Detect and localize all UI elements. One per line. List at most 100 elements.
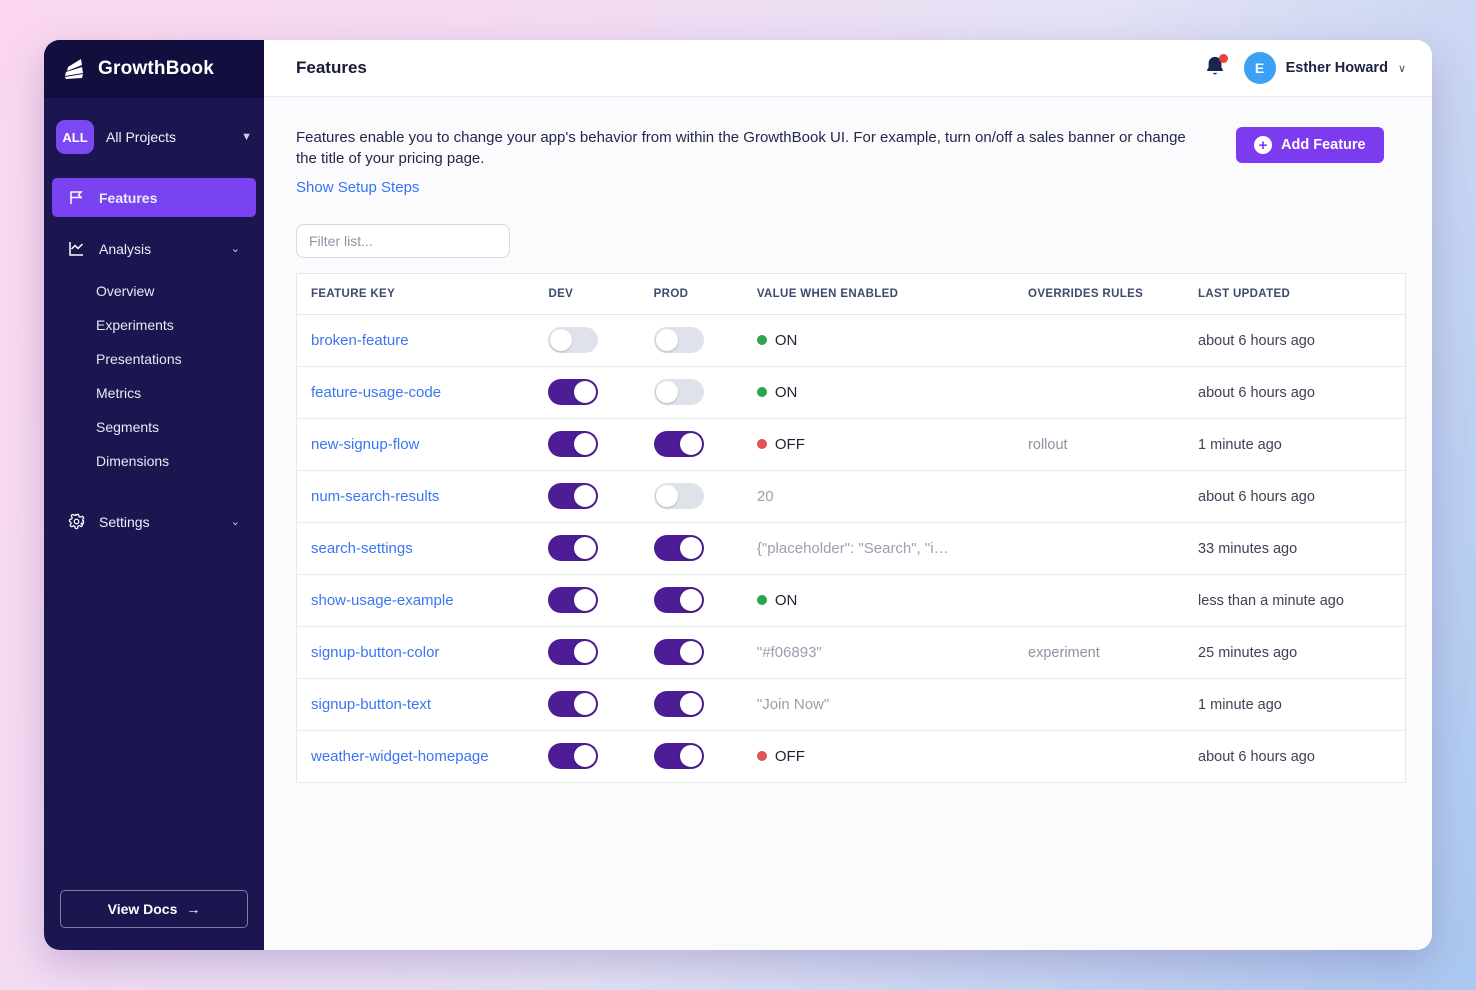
value-text: "Join Now" — [757, 696, 829, 713]
sidebar-item-analysis[interactable]: Analysis ⌄ — [52, 229, 256, 268]
toggle-knob — [656, 381, 678, 403]
col-header-overrides: OVERRIDES RULES — [1028, 273, 1198, 314]
sidebar-item-presentations[interactable]: Presentations — [44, 342, 264, 376]
line-chart-icon — [68, 240, 85, 257]
feature-key-link[interactable]: broken-feature — [311, 332, 409, 349]
toggle-knob — [680, 641, 702, 663]
filter-input[interactable] — [296, 224, 510, 258]
feature-key-link[interactable]: search-settings — [311, 540, 413, 557]
feature-key-link[interactable]: show-usage-example — [311, 592, 454, 609]
topbar: Features E Esther Howard ∨ — [264, 40, 1432, 97]
dev-toggle[interactable] — [548, 639, 598, 665]
last-updated-text: 25 minutes ago — [1198, 645, 1297, 661]
sidebar-item-experiments[interactable]: Experiments — [44, 308, 264, 342]
prod-toggle[interactable] — [654, 535, 704, 561]
prod-toggle[interactable] — [654, 327, 704, 353]
status-dot — [757, 595, 767, 605]
show-setup-steps-link[interactable]: Show Setup Steps — [296, 179, 419, 196]
add-feature-button[interactable]: + Add Feature — [1236, 127, 1384, 163]
toggle-knob — [680, 693, 702, 715]
brand-header[interactable]: GrowthBook — [44, 40, 264, 98]
brand-name: GrowthBook — [98, 58, 214, 80]
toggle-knob — [574, 433, 596, 455]
flag-icon — [68, 189, 85, 206]
user-menu[interactable]: E Esther Howard ∨ — [1244, 52, 1406, 84]
toggle-knob — [574, 589, 596, 611]
dev-toggle[interactable] — [548, 483, 598, 509]
feature-key-link[interactable]: feature-usage-code — [311, 384, 441, 401]
prod-toggle[interactable] — [654, 639, 704, 665]
toggle-knob — [574, 693, 596, 715]
arrow-right-icon: → — [186, 901, 200, 917]
dev-toggle[interactable] — [548, 535, 598, 561]
sidebar-item-segments[interactable]: Segments — [44, 410, 264, 444]
sidebar-item-metrics[interactable]: Metrics — [44, 376, 264, 410]
dev-toggle[interactable] — [548, 379, 598, 405]
feature-key-link[interactable]: weather-widget-homepage — [311, 748, 489, 765]
value-text: {"placeholder": "Search", "i… — [757, 540, 949, 557]
prod-toggle[interactable] — [654, 379, 704, 405]
value-text: "#f06893" — [757, 644, 822, 661]
last-updated-text: 1 minute ago — [1198, 437, 1282, 453]
table-row: search-settings {"placeholder": "Search"… — [297, 522, 1406, 574]
sidebar-item-label: Settings — [99, 514, 150, 530]
toggle-knob — [656, 329, 678, 351]
toggle-knob — [680, 433, 702, 455]
view-docs-label: View Docs — [108, 901, 178, 917]
sidebar-item-dimensions[interactable]: Dimensions — [44, 444, 264, 478]
sidebar-item-label: Features — [99, 190, 157, 206]
toggle-knob — [680, 745, 702, 767]
features-table: FEATURE KEY DEV PROD VALUE WHEN ENABLED … — [296, 273, 1406, 783]
toggle-knob — [656, 485, 678, 507]
last-updated-text: 1 minute ago — [1198, 697, 1282, 713]
feature-key-link[interactable]: num-search-results — [311, 488, 439, 505]
add-feature-label: Add Feature — [1281, 137, 1366, 153]
table-row: signup-button-color "#f06893" experiment… — [297, 626, 1406, 678]
col-header-prod: PROD — [654, 273, 757, 314]
growthbook-logo-icon — [62, 56, 88, 82]
table-row: show-usage-example ON less than a minute… — [297, 574, 1406, 626]
table-row: feature-usage-code ON about 6 hours ago — [297, 366, 1406, 418]
toggle-knob — [574, 641, 596, 663]
sidebar-item-label: Analysis — [99, 241, 151, 257]
project-selector[interactable]: ALL All Projects ▼ — [56, 120, 252, 154]
toggle-knob — [680, 589, 702, 611]
feature-key-link[interactable]: new-signup-flow — [311, 436, 419, 453]
col-header-last-updated: LAST UPDATED — [1198, 273, 1405, 314]
prod-toggle[interactable] — [654, 691, 704, 717]
view-docs-button[interactable]: View Docs → — [60, 890, 248, 928]
value-text: ON — [775, 332, 798, 349]
feature-key-link[interactable]: signup-button-color — [311, 644, 439, 661]
toggle-knob — [574, 485, 596, 507]
prod-toggle[interactable] — [654, 431, 704, 457]
app-window: GrowthBook ALL All Projects ▼ Features — [44, 40, 1432, 950]
sidebar-item-settings[interactable]: Settings ⌄ — [52, 502, 256, 541]
content: Features enable you to change your app's… — [264, 97, 1432, 783]
analysis-subnav: Overview Experiments Presentations Metri… — [44, 274, 264, 478]
notifications-bell-icon[interactable] — [1204, 55, 1226, 82]
prod-toggle[interactable] — [654, 587, 704, 613]
prod-toggle[interactable] — [654, 743, 704, 769]
sidebar-item-features[interactable]: Features — [52, 178, 256, 217]
main-area: Features E Esther Howard ∨ Features — [264, 40, 1432, 950]
table-header-row: FEATURE KEY DEV PROD VALUE WHEN ENABLED … — [297, 273, 1406, 314]
sidebar-item-overview[interactable]: Overview — [44, 274, 264, 308]
last-updated-text: about 6 hours ago — [1198, 489, 1315, 505]
project-badge: ALL — [56, 120, 94, 154]
overrides-text: rollout — [1028, 437, 1068, 453]
avatar: E — [1244, 52, 1276, 84]
dev-toggle[interactable] — [548, 431, 598, 457]
overrides-text: experiment — [1028, 645, 1100, 661]
feature-key-link[interactable]: signup-button-text — [311, 696, 431, 713]
chevron-down-icon: ∨ — [1398, 62, 1406, 75]
dev-toggle[interactable] — [548, 691, 598, 717]
dev-toggle[interactable] — [548, 587, 598, 613]
col-header-value: VALUE WHEN ENABLED — [757, 273, 1028, 314]
plus-circle-icon: + — [1254, 136, 1272, 154]
dev-toggle[interactable] — [548, 743, 598, 769]
dev-toggle[interactable] — [548, 327, 598, 353]
table-row: signup-button-text "Join Now" 1 minute a… — [297, 678, 1406, 730]
table-row: weather-widget-homepage OFF about 6 hour… — [297, 730, 1406, 782]
value-text: OFF — [775, 748, 805, 765]
prod-toggle[interactable] — [654, 483, 704, 509]
